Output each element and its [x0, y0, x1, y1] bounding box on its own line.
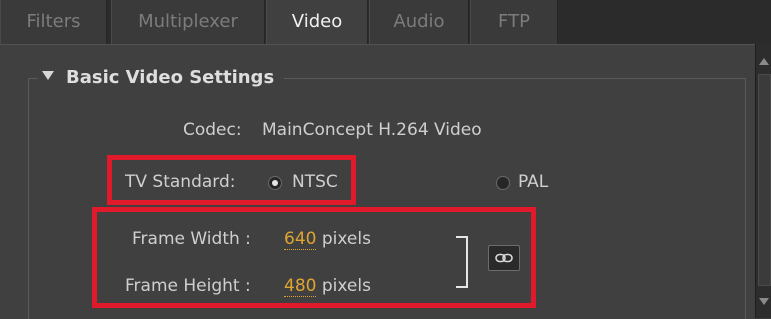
tab-ftp[interactable]: FTP [470, 0, 558, 44]
frame-width-field[interactable]: 640 pixels [284, 227, 371, 251]
frame-width-unit: pixels [321, 229, 371, 249]
tab-audio[interactable]: Audio [369, 0, 469, 44]
frame-height-label: Frame Height : [125, 276, 251, 296]
section-header-basic-video-settings[interactable]: Basic Video Settings [38, 64, 285, 92]
tv-standard-label: TV Standard: [125, 172, 236, 192]
scroll-down-arrow-icon[interactable] [759, 298, 769, 305]
frame-height-value[interactable]: 480 [284, 276, 317, 297]
frame-width-value[interactable]: 640 [284, 229, 317, 250]
frame-width-label: Frame Width : [132, 229, 251, 249]
section-title: Basic Video Settings [66, 67, 275, 88]
link-aspect-ratio-button[interactable] [488, 245, 520, 271]
tab-bar: Filters Multiplexer Video Audio FTP [0, 0, 771, 46]
tab-video[interactable]: Video [266, 0, 368, 46]
triangle-down-icon[interactable] [42, 71, 54, 80]
frame-height-unit: pixels [321, 276, 371, 296]
scroll-up-arrow-icon[interactable] [759, 58, 769, 65]
scroll-thumb[interactable] [758, 74, 771, 286]
tab-filters[interactable]: Filters [0, 0, 107, 44]
tab-bar-empty-area [558, 0, 771, 44]
tab-multiplexer[interactable]: Multiplexer [111, 0, 265, 44]
aspect-link-bracket [456, 236, 468, 288]
radio-ntsc[interactable] [268, 176, 282, 190]
radio-pal-label[interactable]: PAL [518, 170, 548, 194]
vertical-scrollbar[interactable] [755, 44, 771, 318]
codec-label: Codec: [183, 120, 242, 140]
codec-value: MainConcept H.264 Video [262, 120, 482, 140]
radio-pal[interactable] [496, 176, 510, 190]
radio-ntsc-label[interactable]: NTSC [292, 170, 338, 194]
chain-link-icon [495, 253, 513, 263]
frame-height-field[interactable]: 480 pixels [284, 274, 371, 298]
